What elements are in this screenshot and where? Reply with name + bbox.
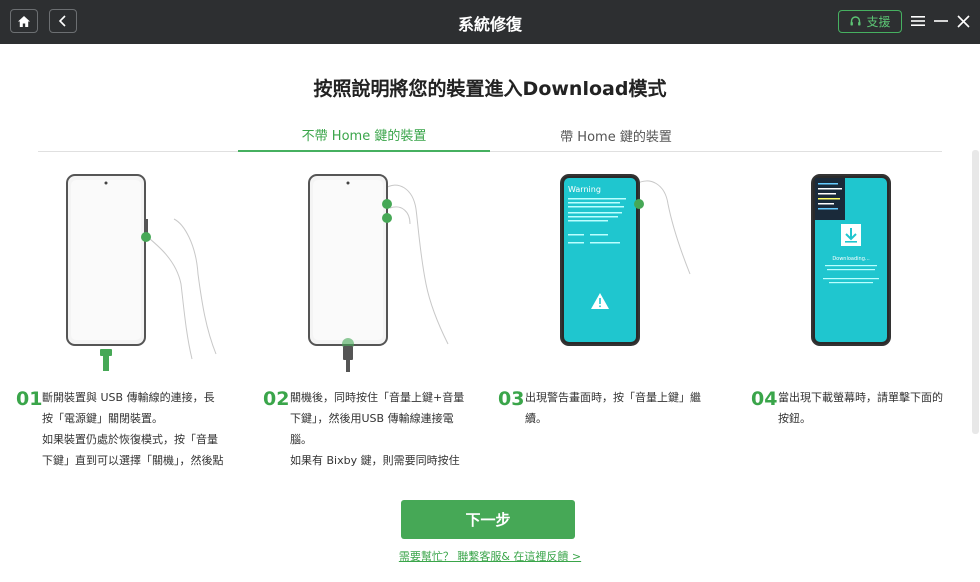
support-button[interactable]: 支援 xyxy=(838,10,902,33)
volume-up-indicator xyxy=(634,199,644,209)
volume-up-indicator xyxy=(382,199,392,209)
downloading-text: Downloading... xyxy=(832,256,870,262)
window-title: 系統修復 xyxy=(457,15,522,34)
device-tabs: 不帶 Home 鍵的裝置 帶 Home 鍵的裝置 xyxy=(38,118,942,152)
tab-with-home-key[interactable]: 帶 Home 鍵的裝置 xyxy=(490,118,742,152)
main-content: 按照說明將您的裝置進入Download模式 不帶 Home 鍵的裝置 帶 Hom… xyxy=(0,44,980,582)
step-3-description: 出現警告畫面時，按「音量上鍵」繼 續。 xyxy=(525,391,701,425)
home-button[interactable] xyxy=(10,9,38,33)
step-1-description: 斷開裝置與 USB 傳輸線的連接，長 按「電源鍵」關閉裝置。 如果裝置仍處於恢復… xyxy=(42,391,224,467)
minimize-icon xyxy=(934,20,948,22)
home-icon xyxy=(18,15,30,27)
step-4-description: 當出現下載螢幕時，請單擊下面的 按鈕。 xyxy=(778,391,943,425)
step-3-number: 03 xyxy=(498,388,525,410)
back-button[interactable] xyxy=(49,9,77,33)
step-2-description: 關機後，同時按住「音量上鍵+音量 下鍵」，然後用USB 傳輸線連接電 腦。 如果… xyxy=(290,391,465,467)
tab-without-home-key[interactable]: 不帶 Home 鍵的裝置 xyxy=(238,118,490,152)
download-arrow-icon xyxy=(841,224,861,246)
headset-icon xyxy=(850,16,861,26)
close-icon xyxy=(956,14,970,28)
back-arrow-icon xyxy=(58,15,66,27)
menu-icon xyxy=(911,16,925,26)
power-button-indicator xyxy=(141,232,151,242)
next-button[interactable]: 下一步 xyxy=(401,500,575,539)
step-1-illustration xyxy=(66,174,217,371)
step-1-number: 01 xyxy=(16,388,43,410)
close-button[interactable] xyxy=(954,11,972,31)
help-feedback-link[interactable]: 需要幫忙？ 聯繫客服& 在這裡反饋 > xyxy=(0,548,980,564)
minimize-button[interactable] xyxy=(932,11,950,31)
title-bar: 系統修復 支援 xyxy=(0,0,980,44)
warning-title: Warning xyxy=(568,185,601,194)
step-2-number: 02 xyxy=(263,388,290,410)
step-4-number: 04 xyxy=(751,388,778,410)
page-heading: 按照說明將您的裝置進入Download模式 xyxy=(313,78,667,100)
step-3-illustration: Warning xyxy=(560,174,691,346)
menu-button[interactable] xyxy=(909,11,927,31)
step-2-illustration xyxy=(308,174,449,372)
volume-down-indicator xyxy=(382,213,392,223)
support-label: 支援 xyxy=(866,15,891,29)
step-4-illustration: Downloading... xyxy=(811,174,891,346)
